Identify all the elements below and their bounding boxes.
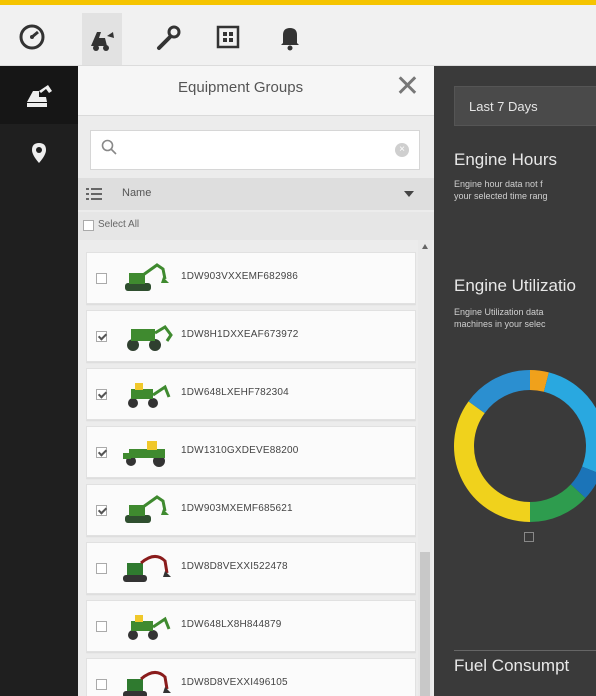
list-icon [86, 188, 102, 200]
donut-segment [454, 401, 531, 522]
scroll-thumb[interactable] [420, 552, 430, 696]
panel-header: Equipment Groups ✕ [78, 66, 434, 116]
search-box: × [90, 130, 420, 170]
left-rail [0, 66, 78, 696]
tab-alerts[interactable] [270, 17, 310, 57]
machine-id: 1DW8D8VEXXI496105 [181, 677, 288, 688]
item-checkbox[interactable] [96, 505, 107, 516]
machine-id: 1DW648LX8H844879 [181, 619, 282, 630]
machine-thumbnail-icon [121, 435, 173, 469]
machine-id: 1DW8H1DXXEAF673972 [181, 329, 299, 340]
list-item[interactable]: 1DW1310GXDEVE88200 [86, 426, 416, 478]
tab-equipment[interactable] [82, 13, 122, 65]
list-item[interactable]: 1DW903MXEMF685621 [86, 484, 416, 536]
engine-hours-desc-1: Engine hour data not f [454, 179, 543, 189]
machine-id: 1DW648LXEHF782304 [181, 387, 289, 398]
item-checkbox[interactable] [96, 273, 107, 284]
dashboard-panel: Last 7 Days Engine Hours Engine hour dat… [434, 66, 596, 696]
equipment-icon [91, 32, 114, 51]
list-item[interactable]: 1DW8D8VEXXI522478 [86, 542, 416, 594]
fuel-divider [454, 650, 596, 651]
engine-utilization-donut [454, 370, 596, 522]
select-all-row[interactable]: Select All [78, 212, 434, 240]
donut-callout-marker [524, 532, 534, 542]
item-checkbox[interactable] [96, 621, 107, 632]
tab-maintenance[interactable] [148, 17, 188, 57]
list-item[interactable]: 1DW903VXXEMF682986 [86, 252, 416, 304]
engine-hours-desc-2: your selected time rang [454, 191, 548, 201]
item-checkbox[interactable] [96, 389, 107, 400]
machine-icon [27, 85, 52, 107]
close-icon[interactable]: ✕ [395, 72, 420, 102]
panel-title: Equipment Groups [178, 79, 304, 96]
item-checkbox[interactable] [96, 679, 107, 690]
top-navigation-bar [0, 0, 596, 66]
equipment-groups-panel: Equipment Groups ✕ × Name Select All 1DW… [78, 66, 434, 696]
list-item[interactable]: 1DW648LXEHF782304 [86, 368, 416, 420]
select-all-label: Select All [98, 219, 140, 230]
engine-hours-title: Engine Hours [454, 150, 558, 169]
search-icon [101, 139, 117, 155]
machine-thumbnail-icon [121, 551, 173, 585]
machine-thumbnail-icon [121, 261, 173, 295]
machine-thumbnail-icon [121, 377, 173, 411]
chevron-down-icon[interactable] [404, 191, 414, 197]
rail-machines-button[interactable] [0, 66, 78, 124]
item-checkbox[interactable] [96, 331, 107, 342]
select-all-checkbox[interactable] [83, 220, 94, 231]
list-scrollbar[interactable] [418, 240, 432, 696]
item-checkbox[interactable] [96, 447, 107, 458]
scroll-up-icon[interactable] [422, 244, 428, 249]
search-input[interactable] [127, 139, 377, 161]
donut-segment [468, 370, 531, 414]
tab-dashboard[interactable] [12, 17, 52, 57]
machine-id: 1DW1310GXDEVE88200 [181, 445, 299, 456]
machine-id: 1DW8D8VEXXI522478 [181, 561, 288, 572]
machine-id: 1DW903MXEMF685621 [181, 503, 293, 514]
machine-thumbnail-icon [121, 667, 173, 696]
tab-apps[interactable] [208, 17, 248, 57]
machine-thumbnail-icon [121, 493, 173, 527]
engine-utilization-desc-2: machines in your selec [454, 319, 546, 329]
list-item[interactable]: 1DW648LX8H844879 [86, 600, 416, 652]
wrench-icon [157, 25, 181, 50]
donut-segment [529, 484, 586, 522]
location-pin-icon [32, 143, 46, 163]
bell-icon [281, 28, 299, 51]
engine-utilization-desc-1: Engine Utilization data [454, 307, 544, 317]
date-range-selector[interactable]: Last 7 Days [454, 86, 596, 126]
clear-search-icon[interactable]: × [395, 143, 409, 157]
donut-segment [529, 370, 549, 392]
donut-segment [570, 466, 596, 499]
fuel-consumption-title: Fuel Consumpt [454, 656, 570, 675]
machine-thumbnail-icon [121, 609, 173, 643]
machine-id: 1DW903VXXEMF682986 [181, 271, 298, 282]
machine-thumbnail-icon [121, 319, 173, 353]
rail-map-button[interactable] [0, 124, 78, 182]
donut-segment [543, 372, 596, 473]
grid-icon [216, 25, 240, 49]
sort-bar[interactable]: Name [78, 178, 434, 210]
equipment-list: 1DW903VXXEMF682986 1DW8H1DXXEAF673972 1DW6… [86, 252, 416, 696]
item-checkbox[interactable] [96, 563, 107, 574]
engine-utilization-title: Engine Utilizatio [454, 276, 576, 295]
sort-label: Name [122, 187, 152, 199]
date-range-label: Last 7 Days [469, 99, 538, 114]
list-item[interactable]: 1DW8H1DXXEAF673972 [86, 310, 416, 362]
speedometer-icon [19, 24, 45, 50]
list-item[interactable]: 1DW8D8VEXXI496105 [86, 658, 416, 696]
